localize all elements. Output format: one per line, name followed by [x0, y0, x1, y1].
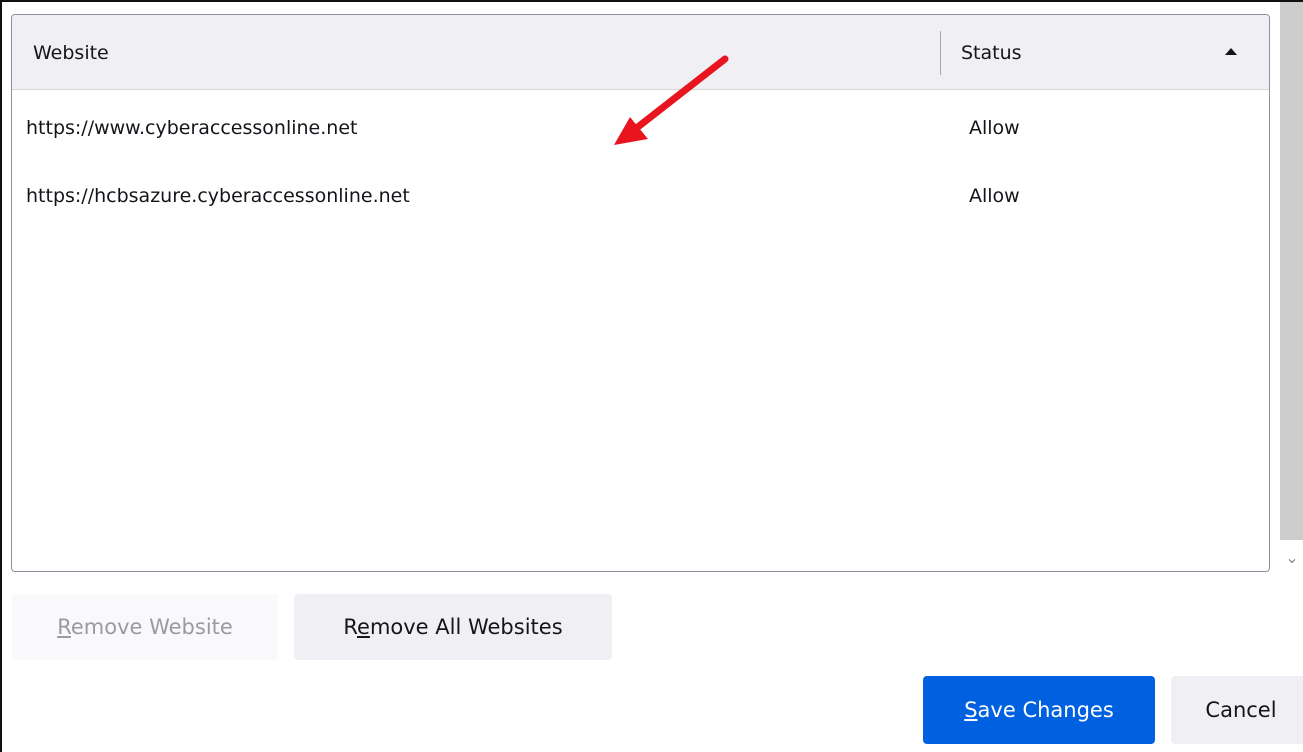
remove-website-mnemonic: R — [57, 615, 71, 639]
website-cell: https://www.cyberaccessonline.net — [26, 117, 358, 139]
remove-all-websites-button[interactable]: Remove All Websites — [294, 594, 612, 660]
website-cell: https://hcbsazure.cyberaccessonline.net — [26, 185, 410, 207]
website-list[interactable]: Website Status https://www.cyberaccesson… — [11, 14, 1270, 572]
save-changes-button[interactable]: Save Changes — [923, 676, 1155, 744]
save-label: ave Changes — [977, 698, 1114, 722]
dialog-scrollbar[interactable]: ⌄ — [1279, 2, 1303, 587]
cancel-button[interactable]: Cancel — [1171, 676, 1303, 744]
list-header: Website Status — [12, 15, 1269, 90]
save-mnemonic: S — [964, 698, 978, 722]
column-header-website[interactable]: Website — [33, 15, 109, 89]
remove-website-button[interactable]: Remove Website — [12, 594, 278, 660]
column-divider[interactable] — [940, 31, 941, 75]
sort-ascending-icon[interactable] — [1225, 48, 1237, 55]
remove-all-mnemonic: e — [357, 615, 370, 639]
dialog-frame: Website Status https://www.cyberaccesson… — [0, 0, 1303, 752]
table-row[interactable]: https://hcbsazure.cyberaccessonline.net … — [12, 162, 1269, 230]
scrollbar-thumb[interactable] — [1280, 2, 1303, 540]
table-row[interactable]: https://www.cyberaccessonline.net Allow — [12, 94, 1269, 162]
remove-all-label-start: R — [343, 615, 358, 639]
chevron-down-icon[interactable]: ⌄ — [1281, 547, 1303, 569]
status-cell: Allow — [969, 117, 1020, 139]
remove-website-label: emove Website — [70, 615, 233, 639]
status-cell: Allow — [969, 185, 1020, 207]
column-header-status[interactable]: Status — [961, 15, 1022, 89]
remove-all-label: move All Websites — [369, 615, 563, 639]
